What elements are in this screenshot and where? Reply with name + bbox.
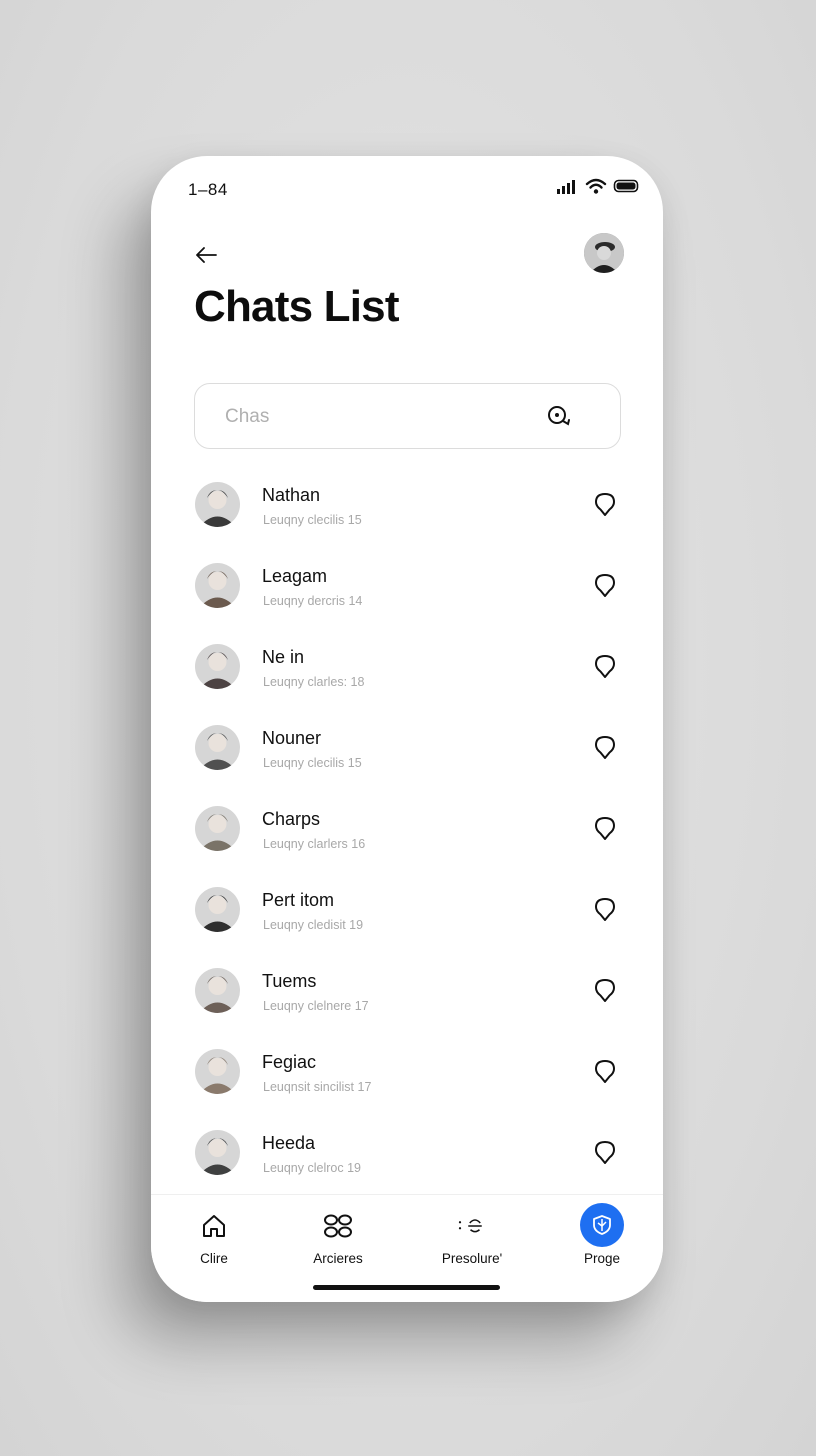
- chat-list-item[interactable]: Fegiac Leuqnsit sincilist 17: [151, 1030, 663, 1111]
- chat-list-item[interactable]: Heeda Leuqny clelroc 19: [151, 1111, 663, 1192]
- chat-preview: Leuqnsit sincilist 17: [263, 1080, 372, 1094]
- chat-name: Fegiac: [262, 1052, 317, 1072]
- tab-label: Arcieres: [313, 1251, 363, 1266]
- signal-icon: [557, 180, 575, 194]
- chat-name: Tuems: [262, 971, 317, 991]
- chat-list-item[interactable]: Tuems Leuqny clelnere 17: [151, 949, 663, 1030]
- chat-name: Nathan: [262, 485, 321, 505]
- grid-icon: [323, 1211, 353, 1241]
- chat-preview: Leuqny clarlers 16: [263, 837, 366, 851]
- avatar[interactable]: [195, 563, 240, 608]
- chat-name: Ne in: [262, 647, 305, 667]
- battery-icon: [613, 179, 639, 193]
- status-icons: [555, 178, 641, 194]
- active-tab-indicator: [580, 1203, 624, 1247]
- chat-preview: Leuqny clecilis 15: [263, 756, 362, 770]
- chat-list-item[interactable]: Charps Leuqny clarlers 16: [151, 787, 663, 868]
- wifi-icon: [585, 178, 607, 194]
- chat-list-item[interactable]: Nouner Leuqny clecilis 15: [151, 706, 663, 787]
- location-pin-icon[interactable]: [594, 654, 616, 680]
- chat-name: Leagam: [262, 566, 328, 586]
- chat-name: Nouner: [262, 728, 322, 748]
- chat-list-item[interactable]: Nathan Leuqny clecilis 15: [151, 463, 663, 544]
- phone-frame: 1–8​4: [151, 156, 663, 1302]
- chat-preview: Leuqny clelroc 19: [263, 1161, 361, 1175]
- profile-avatar[interactable]: [584, 233, 624, 273]
- back-arrow-icon: [196, 247, 217, 263]
- search-input[interactable]: [225, 404, 525, 430]
- tab-presolure[interactable]: Presolure': [417, 1195, 527, 1275]
- location-pin-icon[interactable]: [594, 1059, 616, 1085]
- home-indicator: [313, 1285, 500, 1290]
- chat-name: Charps: [262, 809, 321, 829]
- avatar[interactable]: [195, 1130, 240, 1175]
- location-pin-icon[interactable]: [594, 978, 616, 1004]
- tab-label: Proge: [583, 1251, 621, 1266]
- avatar[interactable]: [195, 806, 240, 851]
- chat-name: Heeda: [262, 1133, 316, 1153]
- back-button[interactable]: [191, 240, 221, 270]
- chat-name: Pert itom: [262, 890, 335, 910]
- tab-label: Clire: [200, 1251, 228, 1266]
- avatar[interactable]: [195, 644, 240, 689]
- chat-preview: Leuqny dercris 14: [263, 594, 363, 608]
- chat-preview: Leuqny cledisit 19: [263, 918, 364, 932]
- page-title: Chats List: [194, 282, 400, 331]
- avatar[interactable]: [195, 1049, 240, 1094]
- home-icon: [199, 1211, 229, 1241]
- chat-list-item[interactable]: Leagam Leuqny dercris 14: [151, 544, 663, 625]
- chat-preview: Leuqny clarles: 18: [263, 675, 365, 689]
- status-time: 1–8​4: [188, 180, 228, 199]
- shield-icon: [593, 1215, 611, 1235]
- status-bar: 1–8​4: [151, 156, 663, 226]
- location-pin-icon[interactable]: [594, 492, 616, 518]
- location-pin-icon[interactable]: [594, 897, 616, 923]
- tab-home[interactable]: Clire: [159, 1195, 269, 1275]
- search-icon[interactable]: [545, 402, 573, 430]
- tab-proge[interactable]: Proge: [547, 1195, 657, 1275]
- user-avatar-icon: [584, 233, 624, 273]
- location-pin-icon[interactable]: [594, 573, 616, 599]
- location-pin-icon[interactable]: [594, 1140, 616, 1166]
- chat-list-item[interactable]: Ne in Leuqny clarles: 18: [151, 625, 663, 706]
- location-pin-icon[interactable]: [594, 735, 616, 761]
- avatar[interactable]: [195, 482, 240, 527]
- chat-preview: Leuqny clelnere 17: [263, 999, 369, 1013]
- tab-label: Presolure': [441, 1251, 503, 1266]
- search-box[interactable]: [194, 383, 621, 449]
- tab-archives[interactable]: Arcieres: [283, 1195, 393, 1275]
- avatar[interactable]: [195, 725, 240, 770]
- scan-icon: [457, 1211, 487, 1241]
- avatar[interactable]: [195, 968, 240, 1013]
- chat-list-item[interactable]: Pert itom Leuqny cledisit 19: [151, 868, 663, 949]
- avatar[interactable]: [195, 887, 240, 932]
- chat-preview: Leuqny clecilis 15: [263, 513, 362, 527]
- location-pin-icon[interactable]: [594, 816, 616, 842]
